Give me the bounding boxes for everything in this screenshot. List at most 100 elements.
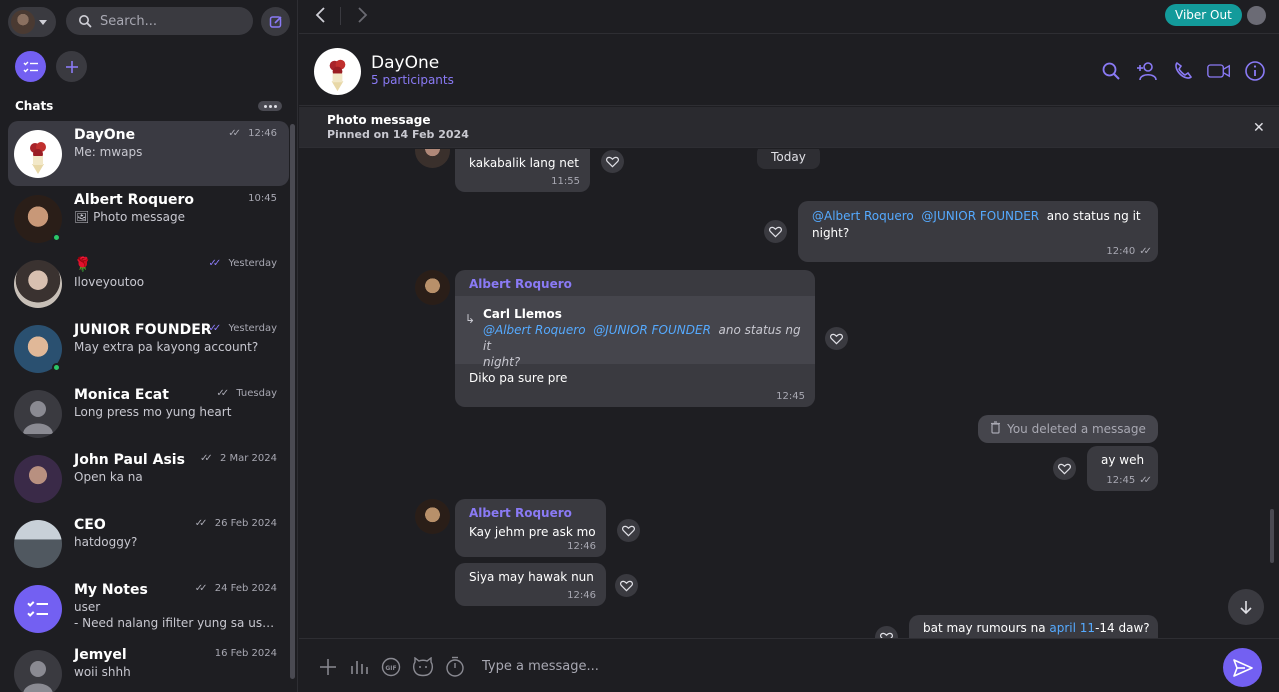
message-bubble[interactable]: ay weh 12:45 ✓✓ [1087,446,1158,491]
message-bubble[interactable]: Albert Roquero Kay jehm pre ask mo 12:46 [455,499,606,557]
search-icon[interactable] [1099,59,1123,83]
avatar-placeholder [14,650,62,692]
quoted-text: @Albert Roquero @JUNIOR FOUNDER ano stat… [483,323,801,369]
message-bubble[interactable]: Siya may hawak nun 12:46 [455,563,606,606]
chat-preview: hatdoggy? [74,535,138,549]
message-bubble[interactable]: bat may rumours na april 11-14 daw? [909,615,1158,638]
avatar [14,520,62,568]
sender-avatar[interactable] [415,499,450,534]
pinned-message-bar[interactable]: Photo message Pinned on 14 Feb 2024 ✕ [299,107,1279,148]
svg-text:GIF: GIF [385,665,396,672]
conversation-title: DayOne [371,53,440,73]
viber-app: Chats DayOne Me: mwaps ✓✓ 12:46 Albert R… [0,0,1279,692]
gear-icon[interactable] [1247,6,1266,25]
heart-icon[interactable] [617,519,640,542]
chat-name: 🌹 [74,257,92,273]
message-bubble[interactable]: Albert Roquero ↳ Carl Llemos @Albert Roq… [455,270,815,407]
message-text: @Albert Roquero @JUNIOR FOUNDER ano stat… [812,209,1141,240]
chat-item-jemyel[interactable]: Jemyel woii shhh 16 Feb 2024 [8,641,289,692]
checklist-icon [27,601,48,617]
voice-message-icon[interactable] [349,656,371,678]
add-button[interactable] [56,51,87,82]
chat-preview: Open ka na [74,470,143,484]
chat-item-my-notes[interactable]: My Notes user - Need nalang ifilter yung… [8,576,289,641]
conversation-pane: Viber Out DayOne 5 participants Photo me… [299,0,1279,692]
plus-icon[interactable] [317,656,339,678]
date-link[interactable]: april 11 [1049,621,1095,635]
gif-icon[interactable]: GIF [380,656,402,678]
info-icon[interactable] [1243,59,1267,83]
heart-icon[interactable] [615,574,638,597]
messages-scrollbar[interactable] [1270,509,1274,563]
sender-avatar[interactable] [415,149,450,168]
message-time: 12:45 [776,391,805,402]
chat-item-dayone[interactable]: DayOne Me: mwaps ✓✓ 12:46 [8,121,289,186]
notes-avatar [14,585,62,633]
scroll-to-bottom-button[interactable] [1228,589,1264,625]
chat-name: JUNIOR FOUNDER [74,322,212,338]
chat-name: CEO [74,517,106,533]
quoted-reply[interactable]: ↳ Carl Llemos @Albert Roquero @JUNIOR FO… [455,296,815,369]
forward-arrow-icon[interactable] [354,6,370,24]
video-call-icon[interactable] [1207,59,1231,83]
chat-time: ✓✓ Yesterday [208,258,278,269]
message-bubble[interactable]: @Albert Roquero @JUNIOR FOUNDER ano stat… [798,201,1158,262]
deleted-message[interactable]: You deleted a message [978,415,1158,443]
chat-item-john-paul-asis[interactable]: John Paul Asis Open ka na ✓✓ 2 Mar 2024 [8,446,289,511]
chat-preview: Iloveyoutoo [74,275,145,289]
sender-avatar[interactable] [415,270,450,305]
search-box[interactable] [66,7,253,35]
close-icon[interactable]: ✕ [1253,120,1265,136]
heart-icon[interactable] [764,220,787,243]
timer-icon[interactable] [444,656,466,678]
checklist-icon [23,61,38,72]
sidebar-scrollbar[interactable] [290,124,295,679]
heart-icon[interactable] [1053,457,1076,480]
chat-name: John Paul Asis [74,452,185,468]
sticker-icon[interactable] [412,656,434,678]
send-button[interactable] [1223,648,1262,687]
participants-link[interactable]: 5 participants [371,73,454,87]
chats-more-button[interactable] [258,101,282,111]
add-participant-icon[interactable] [1135,59,1159,83]
message-text: ay weh [1101,453,1145,467]
search-input[interactable] [100,13,240,29]
sender-name[interactable]: Albert Roquero [469,277,572,291]
profile-menu-button[interactable] [8,7,56,37]
mention-link[interactable]: @Albert Roquero [812,209,914,223]
pinned-date: Pinned on 14 Feb 2024 [327,128,469,141]
heart-icon[interactable] [875,626,898,638]
chat-item-albert-roquero[interactable]: Albert Roquero 🖼 Photo message 10:45 [8,186,289,251]
back-arrow-icon[interactable] [313,6,329,24]
message-input[interactable] [482,654,1182,678]
message-time: 11:55 [551,176,580,187]
message-text: bat may rumours na april 11-14 daw? [923,621,1150,635]
chat-item-rose[interactable]: 🌹 Iloveyoutoo ✓✓ Yesterday [8,251,289,316]
avatar [14,455,62,503]
chat-item-junior-founder[interactable]: JUNIOR FOUNDER May extra pa kayong accou… [8,316,289,381]
heart-icon[interactable] [825,327,848,350]
chat-preview: user [74,600,101,614]
double-check-icon: ✓✓ [194,518,208,529]
chat-preview: May extra pa kayong account? [74,340,259,354]
message-text: You deleted a message [1007,422,1146,436]
heart-icon[interactable] [601,150,624,173]
chat-item-monica-ecat[interactable]: Monica Ecat Long press mo yung heart ✓✓ … [8,381,289,446]
chats-section-title: Chats [15,99,54,113]
double-check-icon: ✓✓ [216,388,229,399]
my-notes-button[interactable] [15,51,46,82]
plus-icon [65,60,78,73]
chat-item-ceo[interactable]: CEO hatdoggy? ✓✓ 26 Feb 2024 [8,511,289,576]
compose-button[interactable] [261,7,290,36]
sender-name[interactable]: Albert Roquero [469,506,572,520]
message-bubble[interactable]: kakabalik lang net 11:55 [455,149,590,192]
header-actions [1099,59,1267,83]
quoted-sender: Carl Llemos [483,307,562,321]
phone-icon[interactable] [1171,59,1195,83]
viber-out-button[interactable]: Viber Out [1165,4,1242,26]
chat-preview: woii shhh [74,665,131,679]
group-avatar[interactable] [314,48,361,95]
pinned-title: Photo message [327,113,431,127]
mention-link[interactable]: @JUNIOR FOUNDER [921,209,1039,223]
double-check-icon: ✓✓ [208,258,222,269]
